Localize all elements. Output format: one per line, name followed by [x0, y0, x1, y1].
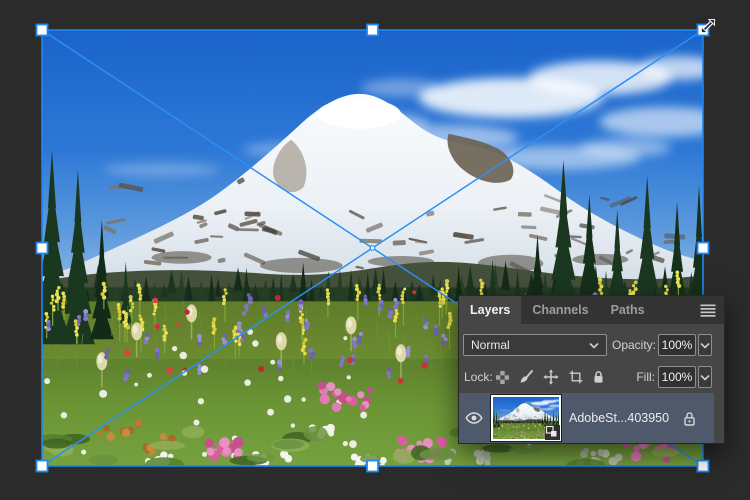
lock-all-icon[interactable]: [593, 370, 604, 384]
chevron-down-icon: [700, 374, 710, 381]
tab-paths[interactable]: Paths: [600, 296, 656, 324]
fill-value-field[interactable]: 100%: [658, 366, 696, 388]
padlock-outline-icon: [684, 411, 695, 426]
layer-row-selected[interactable]: AdobeSt...403950: [459, 393, 714, 443]
eye-icon: [465, 412, 483, 424]
resize-cursor-icon: [700, 18, 716, 34]
layer-locked-indicator: [683, 411, 696, 426]
layer-thumbnail[interactable]: [490, 394, 562, 442]
opacity-label: Opacity:: [612, 338, 657, 352]
blend-mode-value: Normal: [471, 338, 510, 352]
lock-artboard-icon[interactable]: [569, 370, 583, 384]
lock-transparent-pixels-icon[interactable]: [496, 370, 509, 384]
opacity-value-field[interactable]: 100%: [658, 334, 696, 356]
blend-mode-select[interactable]: Normal: [463, 334, 607, 356]
layer-visibility-toggle[interactable]: [459, 412, 489, 424]
chevron-down-icon: [589, 342, 599, 349]
panel-menu-button[interactable]: [692, 296, 724, 324]
smart-object-badge-icon: [545, 425, 560, 440]
opacity-dropdown-button[interactable]: [698, 334, 712, 356]
lock-position-icon[interactable]: [543, 369, 559, 385]
panel-tab-bar: Layers Channels Paths: [459, 296, 724, 324]
tab-channels[interactable]: Channels: [521, 296, 599, 324]
lock-label: Lock:: [464, 370, 493, 384]
lock-options: [496, 366, 604, 388]
panel-body: Normal Opacity: 100% Lock: Fill: 100% Ad…: [459, 324, 724, 443]
chevron-down-icon: [700, 342, 710, 349]
tab-layers[interactable]: Layers: [459, 296, 522, 324]
layer-name[interactable]: AdobeSt...403950: [569, 411, 669, 425]
fill-label: Fill:: [636, 370, 655, 384]
layers-panel: Layers Channels Paths Normal Opacity: 10…: [458, 295, 725, 444]
lock-image-pixels-icon[interactable]: [519, 370, 533, 384]
panel-menu-icon: [700, 304, 716, 317]
fill-dropdown-button[interactable]: [698, 366, 712, 388]
